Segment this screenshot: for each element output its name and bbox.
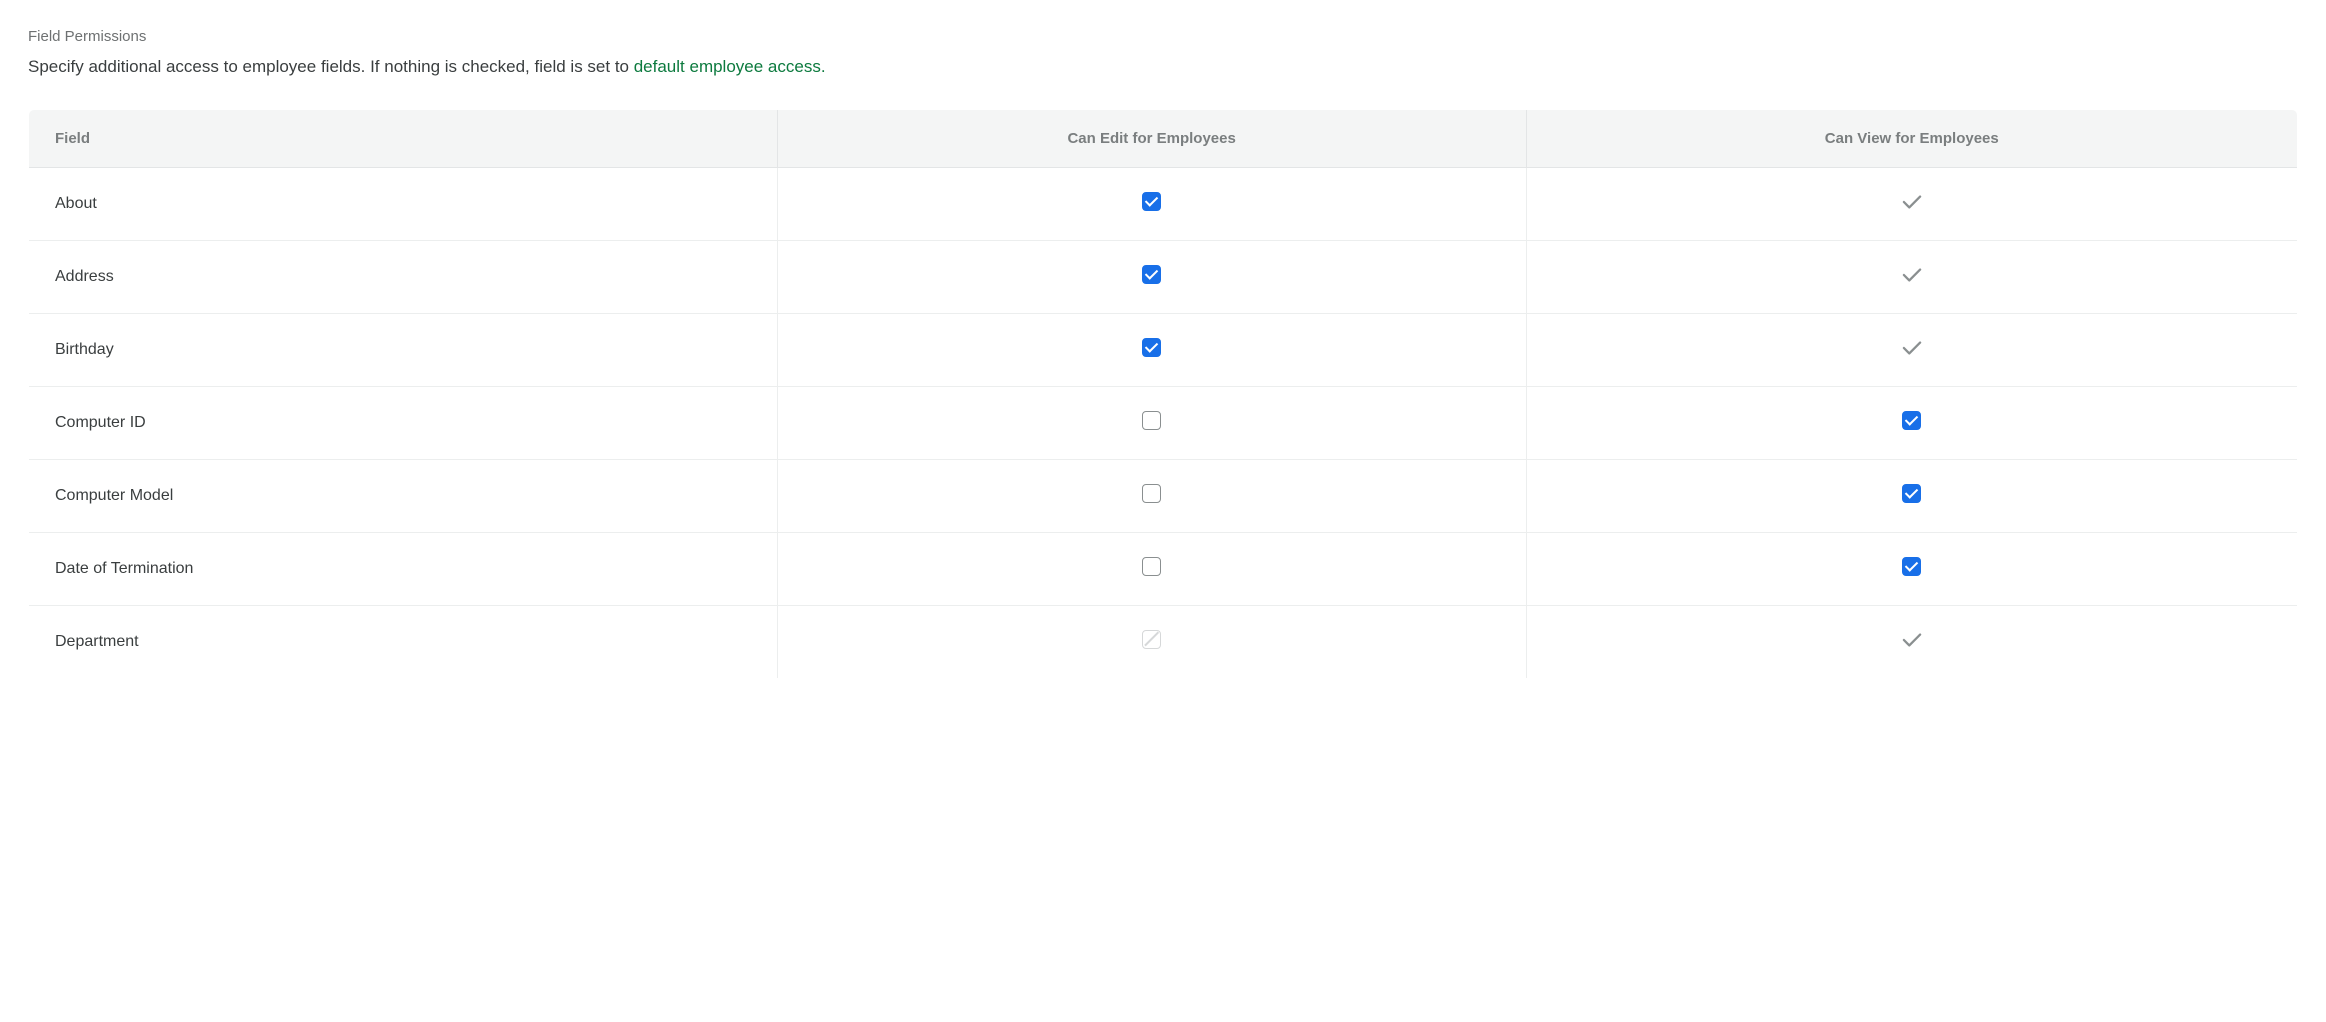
checkbox-view-checked[interactable] [1902,411,1921,430]
view-cell [1526,532,2297,605]
default-access-link[interactable]: default employee access. [634,57,826,76]
table-header-row: Field Can Edit for Employees Can View fo… [29,109,2298,167]
edit-cell [777,240,1526,313]
field-name-cell: Computer ID [29,386,778,459]
checkmark-icon [1900,630,1924,650]
field-name-cell: Address [29,240,778,313]
checkbox-edit-unchecked[interactable] [1142,484,1161,503]
edit-cell [777,532,1526,605]
checkbox-view-checked[interactable] [1902,484,1921,503]
col-view: Can View for Employees [1526,109,2297,167]
table-row: Department [29,605,2298,678]
edit-cell [777,605,1526,678]
view-cell [1526,240,2297,313]
field-name-cell: Date of Termination [29,532,778,605]
table-row: Birthday [29,313,2298,386]
field-name-cell: Birthday [29,313,778,386]
view-cell [1526,605,2297,678]
edit-cell [777,386,1526,459]
field-name-cell: Computer Model [29,459,778,532]
edit-cell [777,167,1526,240]
col-edit: Can Edit for Employees [777,109,1526,167]
section-description: Specify additional access to employee fi… [28,55,2298,79]
view-cell [1526,313,2297,386]
checkbox-edit-disabled [1142,630,1161,649]
field-permissions-table: Field Can Edit for Employees Can View fo… [28,109,2298,679]
view-cell [1526,167,2297,240]
table-row: Date of Termination [29,532,2298,605]
table-row: About [29,167,2298,240]
checkbox-edit-unchecked[interactable] [1142,557,1161,576]
checkmark-icon [1900,338,1924,358]
table-row: Computer ID [29,386,2298,459]
col-field: Field [29,109,778,167]
field-name-cell: About [29,167,778,240]
table-row: Address [29,240,2298,313]
edit-cell [777,459,1526,532]
checkbox-edit-checked[interactable] [1142,338,1161,357]
checkbox-edit-checked[interactable] [1142,265,1161,284]
checkbox-edit-unchecked[interactable] [1142,411,1161,430]
section-heading: Field Permissions [28,28,2298,45]
checkmark-icon [1900,192,1924,212]
description-text: Specify additional access to employee fi… [28,57,634,76]
checkbox-view-checked[interactable] [1902,557,1921,576]
view-cell [1526,459,2297,532]
checkbox-edit-checked[interactable] [1142,192,1161,211]
view-cell [1526,386,2297,459]
edit-cell [777,313,1526,386]
checkmark-icon [1900,265,1924,285]
table-row: Computer Model [29,459,2298,532]
field-name-cell: Department [29,605,778,678]
